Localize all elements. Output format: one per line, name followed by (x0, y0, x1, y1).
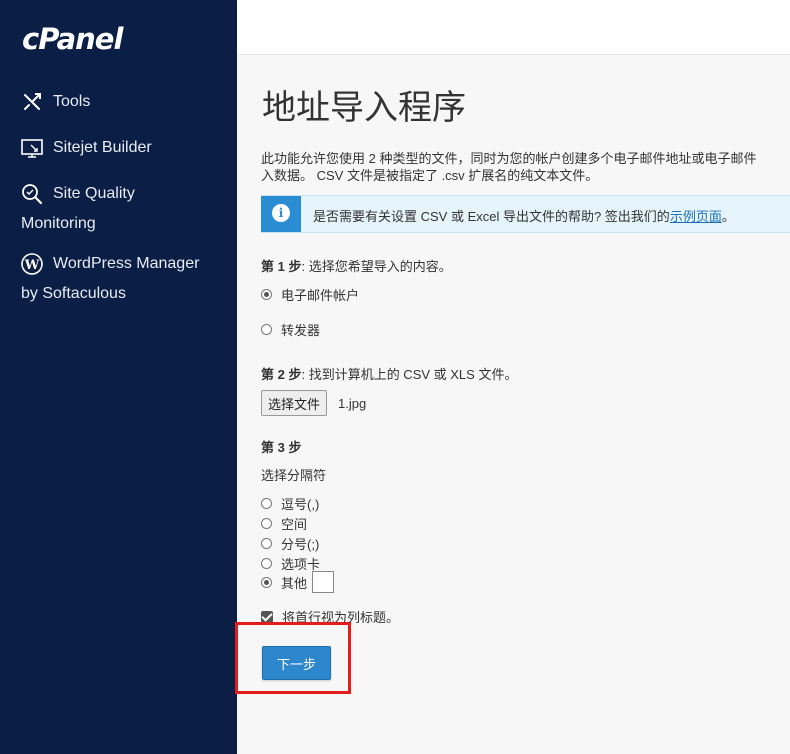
sidebar-item-sitejet[interactable]: Sitejet Builder (21, 133, 152, 163)
checkbox[interactable] (261, 610, 273, 623)
radio-email-accounts[interactable]: 电子邮件帐户 (261, 285, 359, 304)
radio-button[interactable] (261, 324, 272, 335)
magnifier-icon (21, 183, 43, 205)
cpanel-logo[interactable]: cPanel (22, 22, 123, 56)
radio-space[interactable]: 空间 (261, 514, 307, 533)
sidebar-item-label: WordPress Manager (53, 255, 200, 272)
info-suffix: 。 (721, 209, 735, 224)
radio-button[interactable] (261, 289, 272, 300)
step-3-label: 第 3 步 (261, 437, 301, 456)
radio-label: 电子邮件帐户 (281, 288, 360, 303)
wordpress-icon: W (21, 252, 43, 275)
choose-file-button[interactable]: 选择文件 (261, 390, 328, 416)
step-2-label: 第 2 步: 找到计算机上的 CSV 或 XLS 文件。 (261, 364, 517, 383)
page-title: 地址导入程序 (262, 88, 466, 128)
radio-label: 其他 (281, 575, 308, 591)
description: 此功能允许您使用 2 种类型的文件，同时为您的帐户创建多个电子邮件地址或电子邮件… (261, 150, 790, 184)
sidebar-item-tools[interactable]: Tools (21, 87, 90, 117)
delimiter-label: 选择分隔符 (261, 468, 327, 483)
radio-other[interactable]: 其他 (261, 571, 335, 593)
highlight-box (235, 622, 351, 694)
radio-button[interactable] (261, 576, 272, 588)
radio-comma[interactable]: 逗号(,) (261, 494, 319, 513)
radio-button[interactable] (261, 538, 272, 549)
selected-file-name: 1.jpg (338, 396, 367, 411)
sidebar-item-wordpress[interactable]: W WordPress Manager by Softaculous (21, 249, 199, 309)
tools-icon (21, 91, 43, 113)
top-bar (237, 0, 790, 55)
radio-label: 分号(;) (281, 537, 320, 552)
info-message: 是否需要有关设置 CSV 或 Excel 导出文件的帮助? 签出我们的 (313, 209, 670, 224)
radio-button[interactable] (261, 518, 272, 529)
sidebar-item-label: Tools (53, 93, 91, 110)
info-icon: i (272, 204, 290, 222)
step-1-instruction: : 选择您希望导入的内容。 (301, 259, 452, 274)
sidebar-item-label: Site Quality (53, 185, 135, 202)
description-line-2: 入数据。 CSV 文件是被指定了 .csv 扩展名的纯文本文件。 (261, 168, 599, 183)
step-1-title: 第 1 步 (261, 259, 302, 274)
step-1-label: 第 1 步: 选择您希望导入的内容。 (261, 256, 452, 275)
radio-button[interactable] (261, 558, 272, 569)
sitejet-icon (21, 137, 43, 159)
radio-button[interactable] (261, 498, 272, 509)
sidebar-item-label: Sitejet Builder (53, 139, 152, 156)
radio-label: 转发器 (281, 323, 321, 338)
sidebar-item-site-quality[interactable]: Site Quality Monitoring (21, 179, 135, 239)
description-line-1: 此功能允许您使用 2 种类型的文件，同时为您的帐户创建多个电子邮件地址或电子邮件 (261, 151, 757, 166)
radio-label: 空间 (281, 517, 308, 532)
step-3-title: 第 3 步 (261, 440, 302, 455)
info-bar: i (261, 196, 301, 232)
sidebar-item-label-line2: Monitoring (21, 215, 96, 232)
info-callout: i 是否需要有关设置 CSV 或 Excel 导出文件的帮助? 签出我们的示例页… (261, 195, 790, 233)
info-text: 是否需要有关设置 CSV 或 Excel 导出文件的帮助? 签出我们的示例页面。 (313, 206, 735, 225)
step-2-instruction: : 找到计算机上的 CSV 或 XLS 文件。 (301, 367, 518, 382)
sidebar-item-label-line2: by Softaculous (21, 285, 126, 302)
other-delimiter-input[interactable] (312, 571, 335, 593)
radio-forwarders[interactable]: 转发器 (261, 320, 320, 339)
example-page-link[interactable]: 示例页面 (670, 209, 722, 224)
radio-label: 逗号(,) (281, 497, 320, 512)
svg-text:W: W (24, 258, 40, 273)
step-2-title: 第 2 步 (261, 367, 302, 382)
radio-semicolon[interactable]: 分号(;) (261, 534, 319, 553)
sidebar: cPanel Tools Sitejet Builder Site Qualit… (0, 0, 237, 754)
